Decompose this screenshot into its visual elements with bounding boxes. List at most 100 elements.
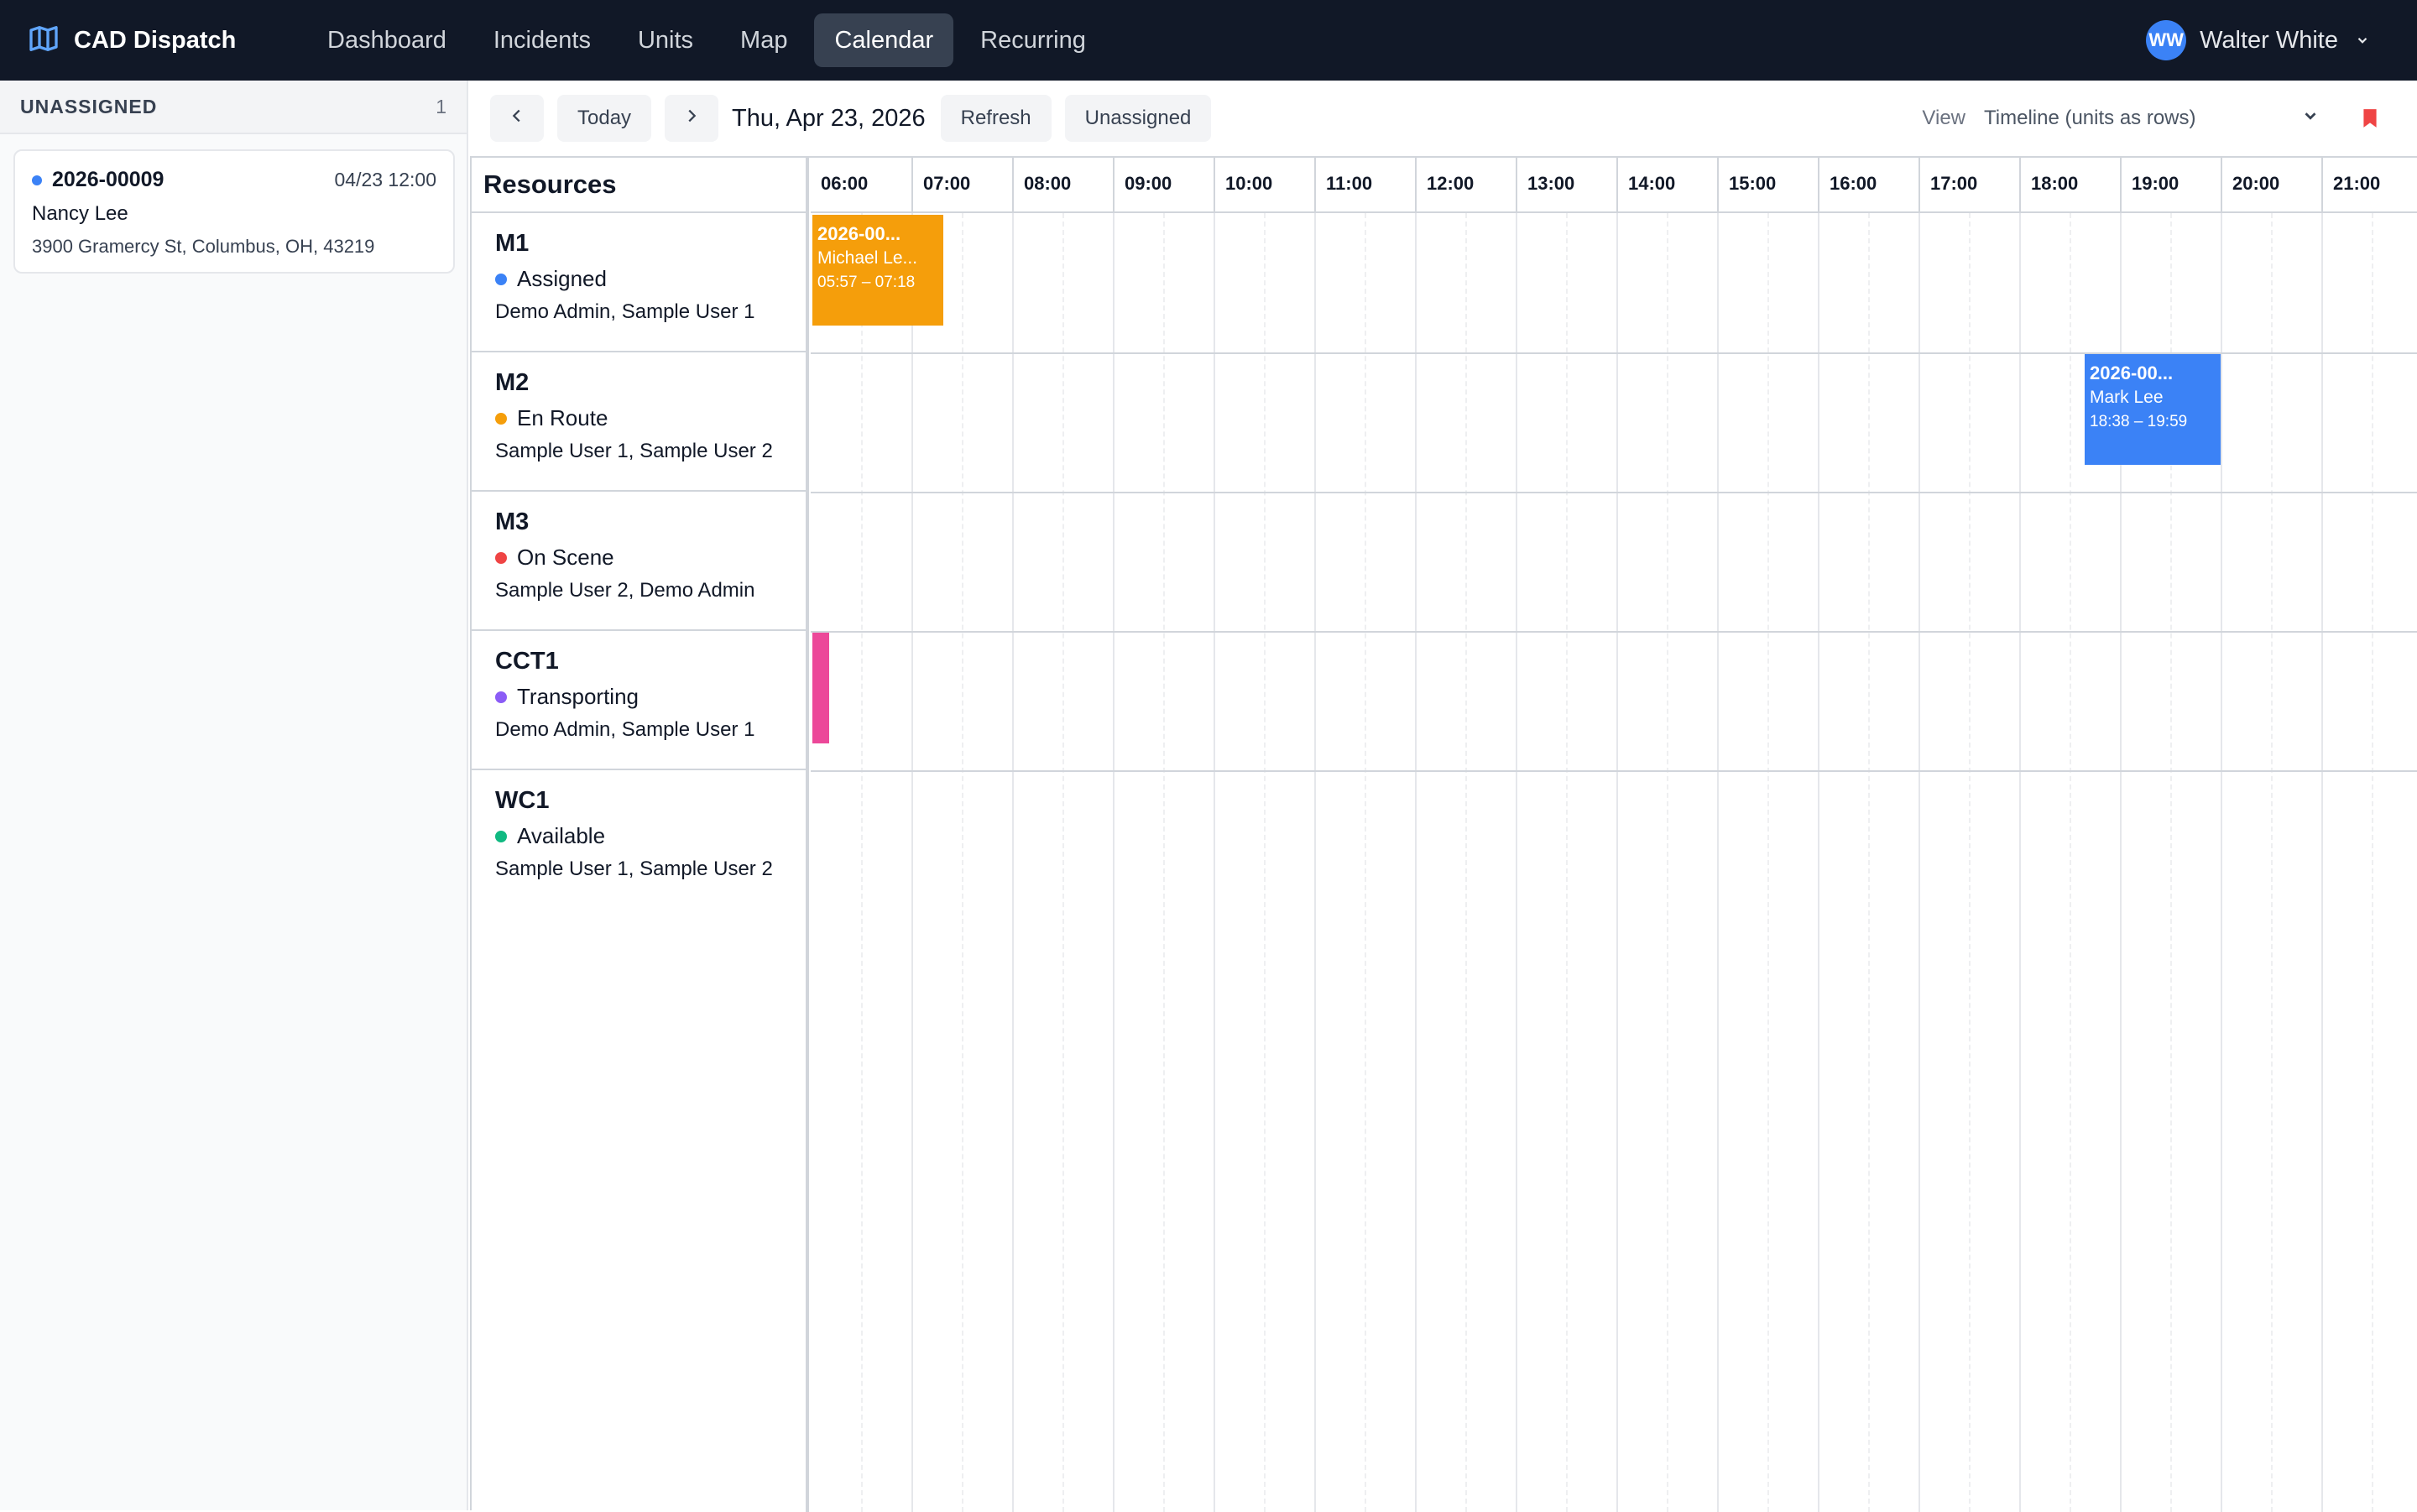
row-gridline [811, 492, 2417, 493]
event-patient-name: Michael Le... [817, 248, 918, 268]
hour-gridline [1516, 213, 1517, 1512]
resource-status: Assigned [517, 266, 607, 291]
brand[interactable]: CAD Dispatch [27, 22, 304, 60]
hour-label: 20:00 [2221, 158, 2321, 213]
hour-label: 11:00 [1314, 158, 1415, 213]
half-hour-gridline [1062, 213, 1064, 1512]
unassigned-header: UNASSIGNED 1 [0, 81, 467, 134]
status-dot [32, 175, 42, 185]
unassigned-toggle-button[interactable]: Unassigned [1064, 95, 1212, 142]
status-dot [495, 412, 507, 425]
nav-recurring[interactable]: Recurring [960, 13, 1106, 67]
timeline-grid[interactable]: 06:00 07:00 08:00 09:00 10:00 11:00 12:00 13:00… [811, 158, 2417, 1512]
resource-name: WC1 [495, 787, 550, 814]
today-button[interactable]: Today [557, 95, 652, 142]
half-hour-gridline [1667, 213, 1668, 1512]
user-menu[interactable]: WW Walter White [2146, 20, 2370, 60]
avatar: WW [2146, 20, 2187, 60]
status-dot [495, 691, 507, 703]
hour-label: 19:00 [2120, 158, 2221, 213]
unassigned-count: 1 [436, 95, 446, 117]
nav-calendar[interactable]: Calendar [814, 13, 954, 67]
resource-status: Available [517, 823, 606, 848]
incident-patient-name: Nancy Lee [32, 202, 128, 225]
user-name: Walter White [2200, 26, 2338, 54]
unassigned-panel: UNASSIGNED 1 2026-00009 04/23 12:00 Nanc… [0, 81, 468, 1510]
half-hour-gridline [1969, 213, 1971, 1512]
resource-status: On Scene [517, 545, 614, 570]
resource-row-wc1[interactable]: WC1 Available Sample User 1, Sample User… [472, 770, 806, 910]
status-dot [495, 551, 507, 564]
view-select[interactable]: Timeline (units as rows) [1984, 95, 2326, 142]
resource-row-m1[interactable]: M1 Assigned Demo Admin, Sample User 1 [472, 213, 806, 352]
resource-crew: Demo Admin, Sample User 1 [495, 300, 755, 323]
top-navbar: CAD Dispatch Dashboard Incidents Units M… [0, 0, 2417, 81]
half-hour-gridline [1767, 213, 1769, 1512]
current-date: Thu, Apr 23, 2026 [732, 104, 926, 132]
half-hour-gridline [1264, 213, 1266, 1512]
event-title: 2026-00... [817, 223, 901, 244]
unassigned-incident-card[interactable]: 2026-00009 04/23 12:00 Nancy Lee 3900 Gr… [13, 149, 455, 274]
resource-row-m2[interactable]: M2 En Route Sample User 1, Sample User 2 [472, 352, 806, 492]
half-hour-gridline [2271, 213, 2273, 1512]
hour-gridline [2019, 213, 2021, 1512]
event-block[interactable] [812, 633, 829, 743]
incident-time: 04/23 12:00 [334, 169, 436, 190]
bookmark-icon[interactable] [2353, 102, 2387, 135]
view-label: View [1922, 107, 1965, 129]
row-gridline [811, 770, 2417, 772]
next-button[interactable] [665, 95, 719, 142]
hour-gridline [1616, 213, 1618, 1512]
view-select-value: Timeline (units as rows) [1984, 107, 2196, 129]
half-hour-gridline [962, 213, 963, 1512]
status-dot [495, 830, 507, 842]
hour-label: 10:00 [1214, 158, 1314, 213]
status-dot [495, 273, 507, 285]
refresh-button[interactable]: Refresh [940, 95, 1052, 142]
nav-incidents[interactable]: Incidents [473, 13, 611, 67]
timeline-calendar: Resources M1 Assigned Demo Admin, Sample… [470, 156, 2417, 1512]
main-nav: Dashboard Incidents Units Map Calendar R… [307, 13, 1113, 67]
incident-address: 3900 Gramercy St, Columbus, OH, 43219 [32, 236, 375, 257]
resource-crew: Demo Admin, Sample User 1 [495, 718, 755, 741]
hour-gridline [1113, 213, 1115, 1512]
hour-gridline [1818, 213, 1819, 1512]
nav-units[interactable]: Units [618, 13, 713, 67]
half-hour-gridline [1465, 213, 1467, 1512]
event-time-range: 05:57 – 07:18 [817, 274, 916, 291]
hour-label: 06:00 [821, 173, 869, 194]
resource-crew: Sample User 1, Sample User 2 [495, 858, 773, 880]
resource-status: En Route [517, 405, 608, 430]
resource-crew: Sample User 2, Demo Admin [495, 579, 755, 602]
app-title: CAD Dispatch [74, 26, 237, 54]
resource-row-cct1[interactable]: CCT1 Transporting Demo Admin, Sample Use… [472, 631, 806, 770]
hour-gridline [2321, 213, 2323, 1512]
event-time-range: 18:38 – 19:59 [2090, 413, 2188, 430]
hour-gridline [1415, 213, 1417, 1512]
hour-gridline [1214, 213, 1215, 1512]
prev-button[interactable] [490, 95, 544, 142]
resource-status: Transporting [517, 684, 639, 709]
hour-label: 17:00 [1918, 158, 2019, 213]
hour-label: 13:00 [1516, 158, 1616, 213]
event-block[interactable]: 2026-00... Michael Le... 05:57 – 07:18 [812, 215, 943, 326]
nav-map[interactable]: Map [720, 13, 807, 67]
half-hour-gridline [861, 213, 863, 1512]
hour-label: 16:00 [1818, 158, 1918, 213]
view-selector-group: View Timeline (units as rows) [1922, 81, 2417, 156]
resource-name: M2 [495, 369, 530, 396]
event-patient-name: Mark Lee [2090, 388, 2164, 407]
incident-id: 2026-00009 [52, 168, 164, 191]
time-header: 06:00 07:00 08:00 09:00 10:00 11:00 12:00 13:00… [811, 158, 2417, 213]
hour-label: 14:00 [1616, 158, 1717, 213]
resources-header: Resources [472, 158, 806, 213]
nav-dashboard[interactable]: Dashboard [307, 13, 467, 67]
hour-label: 15:00 [1717, 158, 1818, 213]
event-block[interactable]: 2026-00... Mark Lee 18:38 – 19:59 [2085, 354, 2221, 465]
hour-gridline [1314, 213, 1316, 1512]
hour-label: 07:00 [911, 158, 1012, 213]
chevron-left-icon [508, 107, 526, 131]
hour-label: 18:00 [2019, 158, 2120, 213]
hour-gridline [1012, 213, 1014, 1512]
resource-row-m3[interactable]: M3 On Scene Sample User 2, Demo Admin [472, 492, 806, 631]
